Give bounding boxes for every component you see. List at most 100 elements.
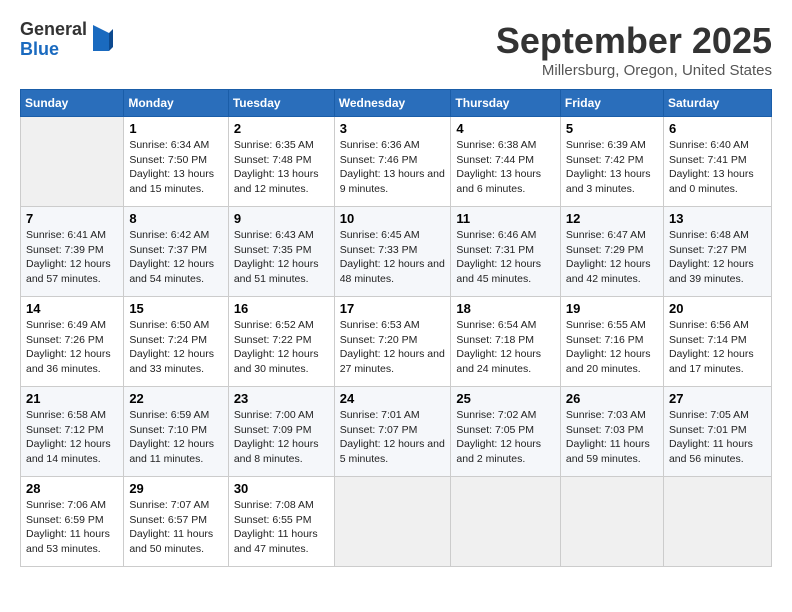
day-info: Sunrise: 6:40 AMSunset: 7:41 PMDaylight:… [669,138,766,197]
location: Millersburg, Oregon, United States [496,62,772,79]
day-info: Sunrise: 6:54 AMSunset: 7:18 PMDaylight:… [456,318,555,377]
day-info: Sunrise: 7:06 AMSunset: 6:59 PMDaylight:… [26,498,118,557]
day-number: 28 [26,481,118,496]
calendar-cell: 2 Sunrise: 6:35 AMSunset: 7:48 PMDaylight… [228,117,334,207]
day-number: 7 [26,211,118,226]
logo-blue: Blue [20,40,87,60]
col-thursday: Thursday [451,90,561,117]
col-wednesday: Wednesday [334,90,451,117]
day-info: Sunrise: 6:43 AMSunset: 7:35 PMDaylight:… [234,228,329,287]
day-number: 22 [129,391,222,406]
day-info: Sunrise: 6:45 AMSunset: 7:33 PMDaylight:… [340,228,446,287]
logo-icon [89,23,113,53]
calendar-cell [663,477,771,567]
calendar-cell: 3 Sunrise: 6:36 AMSunset: 7:46 PMDaylight… [334,117,451,207]
calendar-cell: 1 Sunrise: 6:34 AMSunset: 7:50 PMDaylight… [124,117,228,207]
calendar-week-5: 28 Sunrise: 7:06 AMSunset: 6:59 PMDayligh… [21,477,772,567]
day-info: Sunrise: 6:58 AMSunset: 7:12 PMDaylight:… [26,408,118,467]
calendar-week-1: 1 Sunrise: 6:34 AMSunset: 7:50 PMDaylight… [21,117,772,207]
col-sunday: Sunday [21,90,124,117]
calendar-week-4: 21 Sunrise: 6:58 AMSunset: 7:12 PMDayligh… [21,387,772,477]
calendar-cell: 14 Sunrise: 6:49 AMSunset: 7:26 PMDayligh… [21,297,124,387]
calendar-cell: 6Sunrise: 6:40 AMSunset: 7:41 PMDaylight… [663,117,771,207]
calendar-cell: 4Sunrise: 6:38 AMSunset: 7:44 PMDaylight… [451,117,561,207]
day-number: 1 [129,121,222,136]
day-info: Sunrise: 7:02 AMSunset: 7:05 PMDaylight:… [456,408,555,467]
calendar-cell: 17 Sunrise: 6:53 AMSunset: 7:20 PMDayligh… [334,297,451,387]
calendar-cell: 30 Sunrise: 7:08 AMSunset: 6:55 PMDayligh… [228,477,334,567]
day-info: Sunrise: 6:59 AMSunset: 7:10 PMDaylight:… [129,408,222,467]
day-number: 12 [566,211,658,226]
day-number: 8 [129,211,222,226]
day-info: Sunrise: 6:42 AMSunset: 7:37 PMDaylight:… [129,228,222,287]
day-number: 14 [26,301,118,316]
day-number: 11 [456,211,555,226]
day-info: Sunrise: 6:56 AMSunset: 7:14 PMDaylight:… [669,318,766,377]
day-info: Sunrise: 6:52 AMSunset: 7:22 PMDaylight:… [234,318,329,377]
logo: General Blue [20,20,113,60]
month-title: September 2025 [496,20,772,62]
calendar-cell: 23Sunrise: 7:00 AMSunset: 7:09 PMDayligh… [228,387,334,477]
day-number: 19 [566,301,658,316]
calendar-cell: 8 Sunrise: 6:42 AMSunset: 7:37 PMDaylight… [124,207,228,297]
calendar-cell: 26 Sunrise: 7:03 AMSunset: 7:03 PMDayligh… [560,387,663,477]
calendar-header: Sunday Monday Tuesday Wednesday Thursday… [21,90,772,117]
calendar-week-2: 7 Sunrise: 6:41 AMSunset: 7:39 PMDaylight… [21,207,772,297]
calendar-cell: 20Sunrise: 6:56 AMSunset: 7:14 PMDayligh… [663,297,771,387]
day-number: 21 [26,391,118,406]
col-monday: Monday [124,90,228,117]
calendar-cell: 10 Sunrise: 6:45 AMSunset: 7:33 PMDayligh… [334,207,451,297]
calendar-cell: 7 Sunrise: 6:41 AMSunset: 7:39 PMDaylight… [21,207,124,297]
day-number: 15 [129,301,222,316]
day-number: 23 [234,391,329,406]
day-info: Sunrise: 6:36 AMSunset: 7:46 PMDaylight:… [340,138,446,197]
day-number: 5 [566,121,658,136]
day-info: Sunrise: 6:35 AMSunset: 7:48 PMDaylight:… [234,138,329,197]
day-number: 3 [340,121,446,136]
day-info: Sunrise: 7:07 AMSunset: 6:57 PMDaylight:… [129,498,222,557]
calendar-cell [334,477,451,567]
calendar-cell: 24 Sunrise: 7:01 AMSunset: 7:07 PMDayligh… [334,387,451,477]
logo-text: General Blue [20,20,87,60]
calendar-cell [21,117,124,207]
logo-general: General [20,20,87,40]
day-number: 16 [234,301,329,316]
calendar-cell: 22 Sunrise: 6:59 AMSunset: 7:10 PMDayligh… [124,387,228,477]
day-number: 30 [234,481,329,496]
calendar-cell: 29Sunrise: 7:07 AMSunset: 6:57 PMDayligh… [124,477,228,567]
col-saturday: Saturday [663,90,771,117]
day-info: Sunrise: 7:05 AMSunset: 7:01 PMDaylight:… [669,408,766,467]
calendar-cell: 12 Sunrise: 6:47 AMSunset: 7:29 PMDayligh… [560,207,663,297]
day-info: Sunrise: 6:53 AMSunset: 7:20 PMDaylight:… [340,318,446,377]
day-info: Sunrise: 7:01 AMSunset: 7:07 PMDaylight:… [340,408,446,467]
day-number: 26 [566,391,658,406]
calendar-cell: 18 Sunrise: 6:54 AMSunset: 7:18 PMDayligh… [451,297,561,387]
day-info: Sunrise: 6:41 AMSunset: 7:39 PMDaylight:… [26,228,118,287]
day-number: 9 [234,211,329,226]
day-info: Sunrise: 6:55 AMSunset: 7:16 PMDaylight:… [566,318,658,377]
day-number: 10 [340,211,446,226]
calendar-cell: 19 Sunrise: 6:55 AMSunset: 7:16 PMDayligh… [560,297,663,387]
calendar-cell: 5 Sunrise: 6:39 AMSunset: 7:42 PMDaylight… [560,117,663,207]
calendar-cell: 21 Sunrise: 6:58 AMSunset: 7:12 PMDayligh… [21,387,124,477]
day-info: Sunrise: 6:49 AMSunset: 7:26 PMDaylight:… [26,318,118,377]
day-number: 24 [340,391,446,406]
col-tuesday: Tuesday [228,90,334,117]
day-info: Sunrise: 7:03 AMSunset: 7:03 PMDaylight:… [566,408,658,467]
day-info: Sunrise: 6:34 AMSunset: 7:50 PMDaylight:… [129,138,222,197]
calendar-cell: 15Sunrise: 6:50 AMSunset: 7:24 PMDayligh… [124,297,228,387]
day-number: 2 [234,121,329,136]
page-header: General Blue September 2025 Millersburg,… [20,20,772,79]
calendar-table: Sunday Monday Tuesday Wednesday Thursday… [20,89,772,567]
day-number: 13 [669,211,766,226]
calendar-cell: 28 Sunrise: 7:06 AMSunset: 6:59 PMDayligh… [21,477,124,567]
day-info: Sunrise: 7:08 AMSunset: 6:55 PMDaylight:… [234,498,329,557]
calendar-cell: 9 Sunrise: 6:43 AMSunset: 7:35 PMDaylight… [228,207,334,297]
calendar-cell: 16 Sunrise: 6:52 AMSunset: 7:22 PMDayligh… [228,297,334,387]
day-info: Sunrise: 6:39 AMSunset: 7:42 PMDaylight:… [566,138,658,197]
day-number: 18 [456,301,555,316]
day-number: 25 [456,391,555,406]
day-number: 17 [340,301,446,316]
day-info: Sunrise: 6:38 AMSunset: 7:44 PMDaylight:… [456,138,555,197]
day-info: Sunrise: 6:47 AMSunset: 7:29 PMDaylight:… [566,228,658,287]
